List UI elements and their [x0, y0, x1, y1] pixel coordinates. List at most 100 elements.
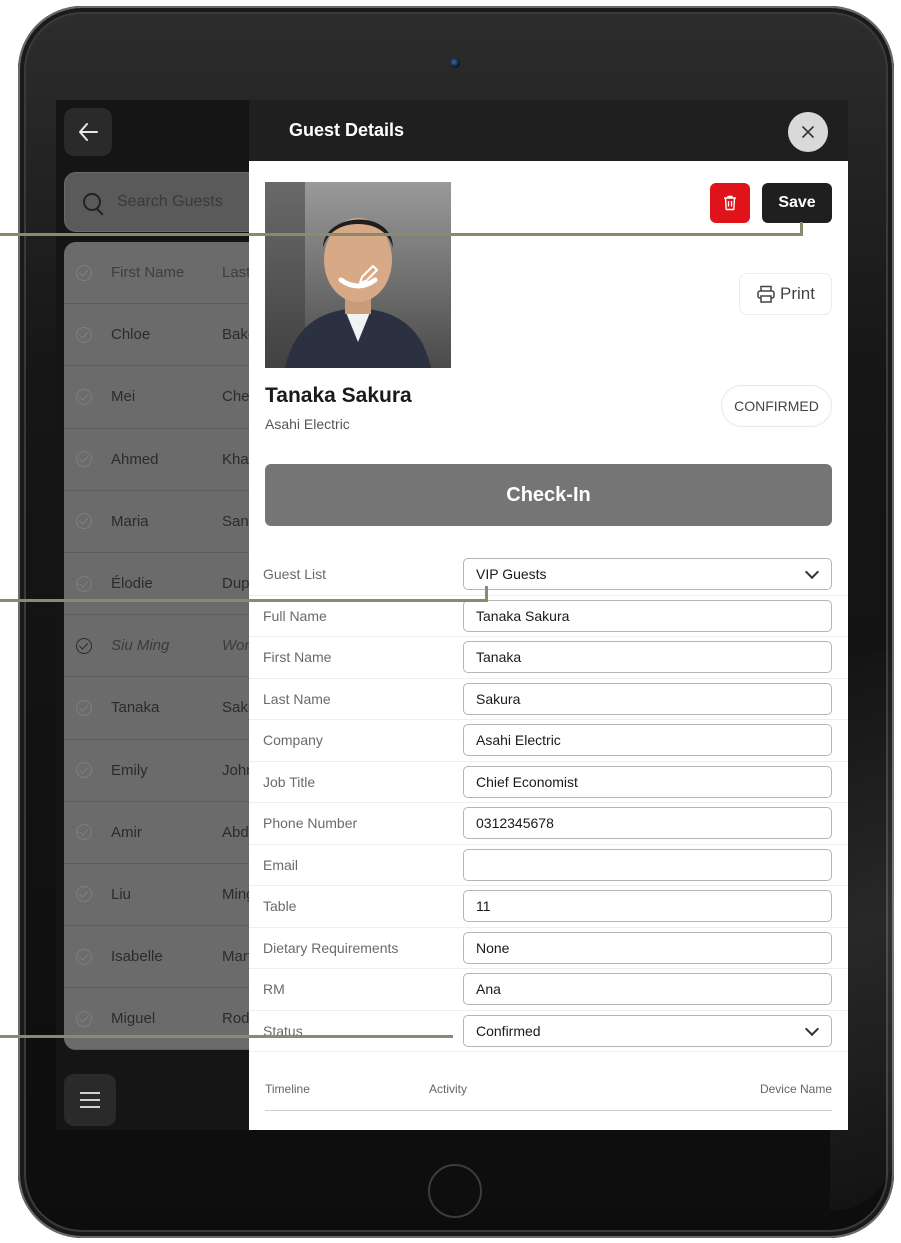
- row-checkbox[interactable]: [76, 326, 92, 343]
- close-icon: [802, 126, 814, 138]
- home-button[interactable]: [428, 1164, 482, 1218]
- list-item[interactable]: Emily Johnson: [64, 740, 264, 802]
- timeline-column: Timeline: [265, 1082, 310, 1096]
- callout-line-save-vertical: [800, 222, 803, 236]
- form-row-guest-list: Guest List VIP Guests: [249, 554, 848, 596]
- list-item[interactable]: Élodie Dupont: [64, 553, 264, 616]
- list-item[interactable]: Liu Ming: [64, 864, 264, 927]
- rm-field[interactable]: Ana: [463, 973, 832, 1005]
- form-row-table: Table 11: [249, 886, 848, 928]
- full-name-field[interactable]: Tanaka Sakura: [463, 599, 832, 632]
- list-item[interactable]: Maria Santos: [64, 491, 264, 553]
- print-button[interactable]: Print: [739, 273, 832, 315]
- guest-details-panel: Guest Details Save Print Tanaka Sakura A…: [249, 100, 848, 1130]
- last-name-label: Last Name: [263, 690, 331, 707]
- first-name-cell: Amir: [111, 823, 142, 841]
- form-row-email: Email: [249, 845, 848, 886]
- first-name-cell: Maria: [111, 512, 149, 530]
- chevron-down-icon: [804, 1021, 820, 1036]
- email-field[interactable]: [463, 848, 832, 881]
- guest-photo[interactable]: [265, 182, 451, 368]
- hamburger-icon: [80, 1092, 100, 1094]
- chevron-down-icon: [804, 564, 820, 580]
- list-item[interactable]: Amir Abdullah: [64, 802, 264, 864]
- row-checkbox[interactable]: [76, 762, 92, 779]
- first-name-cell: Siu Ming: [111, 637, 170, 655]
- row-checkbox[interactable]: [76, 575, 92, 592]
- company-field[interactable]: Asahi Electric: [463, 724, 832, 756]
- email-label: Email: [263, 856, 299, 873]
- job-title-label: Job Title: [263, 773, 316, 790]
- close-button[interactable]: [788, 112, 828, 152]
- status-badge: CONFIRMED: [721, 385, 832, 427]
- row-checkbox[interactable]: [76, 513, 92, 530]
- column-header-first-name: First Name: [111, 264, 185, 282]
- first-name-field[interactable]: Tanaka: [463, 641, 832, 673]
- list-item[interactable]: Isabelle Martin: [64, 926, 264, 989]
- page-title: Guest Details: [289, 120, 405, 140]
- guest-list: First Name Last Name Chloe Baker Mei Che…: [64, 242, 264, 1050]
- timeline-header: Timeline Activity Device Name: [265, 1082, 832, 1111]
- phone-field[interactable]: 0312345678: [463, 807, 832, 839]
- form-row-dietary: Dietary Requirements None: [249, 928, 848, 969]
- callout-line-guest-list: [0, 599, 488, 602]
- row-checkbox[interactable]: [76, 699, 92, 716]
- back-button[interactable]: [64, 108, 112, 156]
- panel-header: Guest Details: [249, 100, 848, 161]
- dietary-field[interactable]: None: [463, 931, 832, 964]
- row-checkbox[interactable]: [76, 948, 92, 965]
- delete-button[interactable]: [710, 183, 750, 223]
- last-name-field[interactable]: Sakura: [463, 682, 832, 715]
- first-name-cell: Élodie: [111, 575, 153, 593]
- job-title-field[interactable]: Chief Economist: [463, 765, 832, 798]
- row-checkbox[interactable]: [76, 824, 92, 841]
- list-item[interactable]: Tanaka Sakura: [64, 677, 264, 740]
- list-item[interactable]: Ahmed Khan: [64, 429, 264, 491]
- rm-label: RM: [263, 981, 285, 997]
- search-input[interactable]: [115, 192, 249, 212]
- first-name-cell: Ahmed: [111, 450, 159, 468]
- search-box[interactable]: [64, 172, 264, 232]
- search-icon: [83, 193, 101, 211]
- guest-form: Guest List VIP Guests Full Name Tanaka S…: [249, 554, 848, 1052]
- row-checkbox[interactable]: [76, 886, 92, 903]
- row-checkbox[interactable]: [76, 451, 92, 468]
- first-name-cell: Emily: [111, 761, 148, 779]
- menu-button[interactable]: [64, 1074, 116, 1126]
- row-checkbox[interactable]: [76, 388, 92, 405]
- activity-column: Activity: [429, 1082, 468, 1096]
- first-name-cell: Chloe: [111, 326, 151, 344]
- list-item[interactable]: Chloe Baker: [64, 304, 264, 367]
- guest-company: Asahi Electric: [265, 416, 350, 432]
- select-all-checkbox[interactable]: [76, 264, 92, 281]
- pencil-icon[interactable]: [351, 258, 385, 292]
- form-row-last-name: Last Name Sakura: [249, 679, 848, 720]
- guest-list-select[interactable]: VIP Guests: [463, 558, 832, 590]
- table-label: Table: [263, 898, 297, 914]
- status-select[interactable]: Confirmed: [463, 1014, 832, 1047]
- save-button[interactable]: Save: [762, 183, 832, 223]
- row-checkbox[interactable]: [76, 637, 92, 654]
- callout-line-status: [0, 1035, 453, 1038]
- status-value: Confirmed: [476, 1022, 541, 1039]
- list-item[interactable]: Siu Ming Wong: [64, 615, 264, 678]
- phone-label: Phone Number: [263, 815, 358, 831]
- list-item[interactable]: Miguel Rodriguez: [64, 988, 264, 1050]
- form-row-phone: Phone Number 0312345678: [249, 803, 848, 845]
- table-field[interactable]: 11: [463, 890, 832, 922]
- first-name-cell: Miguel: [111, 1010, 156, 1028]
- row-checkbox[interactable]: [76, 1010, 92, 1027]
- form-row-first-name: First Name Tanaka: [249, 637, 848, 679]
- first-name-label: First Name: [263, 649, 332, 665]
- trash-icon: [724, 195, 736, 211]
- screen: First Name Last Name Chloe Baker Mei Che…: [56, 100, 848, 1130]
- list-item[interactable]: Mei Chen: [64, 366, 264, 429]
- form-row-status: Status Confirmed: [249, 1011, 848, 1052]
- company-label: Company: [263, 732, 323, 748]
- form-row-rm: RM Ana: [249, 969, 848, 1011]
- guest-list-value: VIP Guests: [476, 566, 547, 582]
- arrow-left-icon: [79, 123, 98, 141]
- print-label: Print: [780, 284, 815, 303]
- check-in-button[interactable]: Check-In: [265, 464, 832, 526]
- first-name-cell: Liu: [111, 885, 132, 903]
